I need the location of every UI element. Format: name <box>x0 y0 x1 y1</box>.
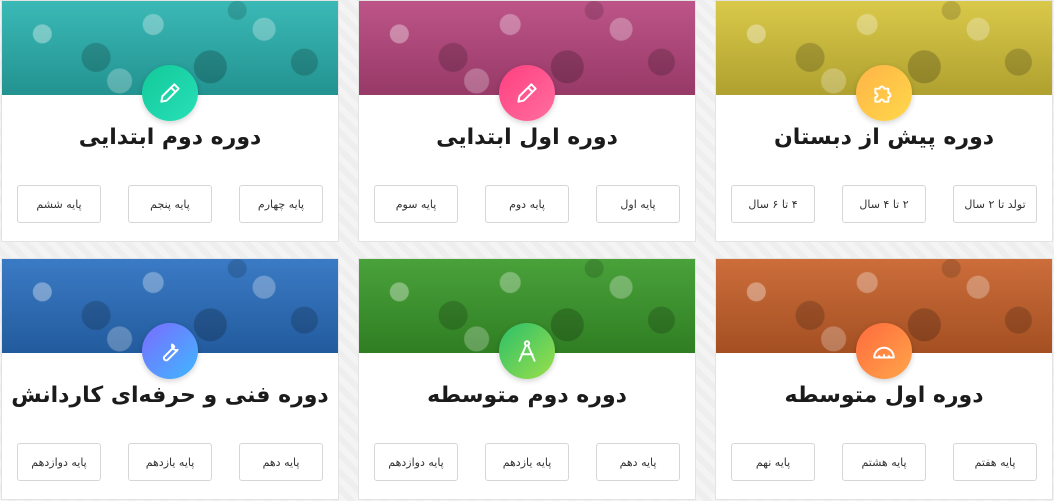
course-card-primary-first: دوره اول ابتدایی پایه اول پایه دوم پایه … <box>358 0 696 242</box>
grade-button[interactable]: پایه یازدهم <box>128 443 212 481</box>
card-title: دوره اول متوسطه <box>784 383 984 408</box>
grade-button[interactable]: ۴ تا ۶ سال <box>731 185 815 223</box>
compass-icon <box>499 323 555 379</box>
grade-button[interactable]: پایه ششم <box>17 185 101 223</box>
grade-button[interactable]: پایه دهم <box>596 443 680 481</box>
grade-button[interactable]: پایه دوازدهم <box>17 443 101 481</box>
course-card-secondary-second: دوره دوم متوسطه پایه دهم پایه یازدهم پای… <box>358 258 696 500</box>
grade-button[interactable]: پایه دوم <box>485 185 569 223</box>
card-title: دوره دوم ابتدایی <box>78 125 262 150</box>
card-title: دوره فنی و حرفه‌ای کاردانش <box>11 383 329 408</box>
grade-button[interactable]: پایه اول <box>596 185 680 223</box>
grade-button[interactable]: پایه پنجم <box>128 185 212 223</box>
course-card-secondary-first: دوره اول متوسطه پایه هفتم پایه هشتم پایه… <box>715 258 1053 500</box>
grade-button[interactable]: پایه یازدهم <box>485 443 569 481</box>
grade-button[interactable]: پایه نهم <box>731 443 815 481</box>
grade-buttons: پایه چهارم پایه پنجم پایه ششم <box>17 185 323 225</box>
course-card-vocational: دوره فنی و حرفه‌ای کاردانش پایه دهم پایه… <box>1 258 339 500</box>
grade-buttons: پایه هفتم پایه هشتم پایه نهم <box>731 443 1037 483</box>
wrench-icon <box>142 323 198 379</box>
grade-buttons: تولد تا ۲ سال ۲ تا ۴ سال ۴ تا ۶ سال <box>731 185 1037 225</box>
puzzle-icon <box>856 65 912 121</box>
grade-buttons: پایه دهم پایه یازدهم پایه دوازدهم <box>17 443 323 483</box>
card-title: دوره دوم متوسطه <box>427 383 627 408</box>
grade-button[interactable]: پایه چهارم <box>239 185 323 223</box>
course-card-preschool: دوره پیش از دبستان تولد تا ۲ سال ۲ تا ۴ … <box>715 0 1053 242</box>
card-title: دوره اول ابتدایی <box>436 125 618 150</box>
grade-button[interactable]: پایه هشتم <box>842 443 926 481</box>
grade-button[interactable]: پایه دوازدهم <box>374 443 458 481</box>
grade-button[interactable]: پایه هفتم <box>953 443 1037 481</box>
grade-button[interactable]: ۲ تا ۴ سال <box>842 185 926 223</box>
grade-button[interactable]: پایه سوم <box>374 185 458 223</box>
pencil-icon <box>499 65 555 121</box>
grade-buttons: پایه دهم پایه یازدهم پایه دوازدهم <box>374 443 680 483</box>
pencil-icon <box>142 65 198 121</box>
card-title: دوره پیش از دبستان <box>773 125 995 150</box>
course-card-primary-second: دوره دوم ابتدایی پایه چهارم پایه پنجم پا… <box>1 0 339 242</box>
grade-button[interactable]: پایه دهم <box>239 443 323 481</box>
grade-buttons: پایه اول پایه دوم پایه سوم <box>374 185 680 225</box>
ruler-protractor-icon <box>856 323 912 379</box>
grade-button[interactable]: تولد تا ۲ سال <box>953 185 1037 223</box>
